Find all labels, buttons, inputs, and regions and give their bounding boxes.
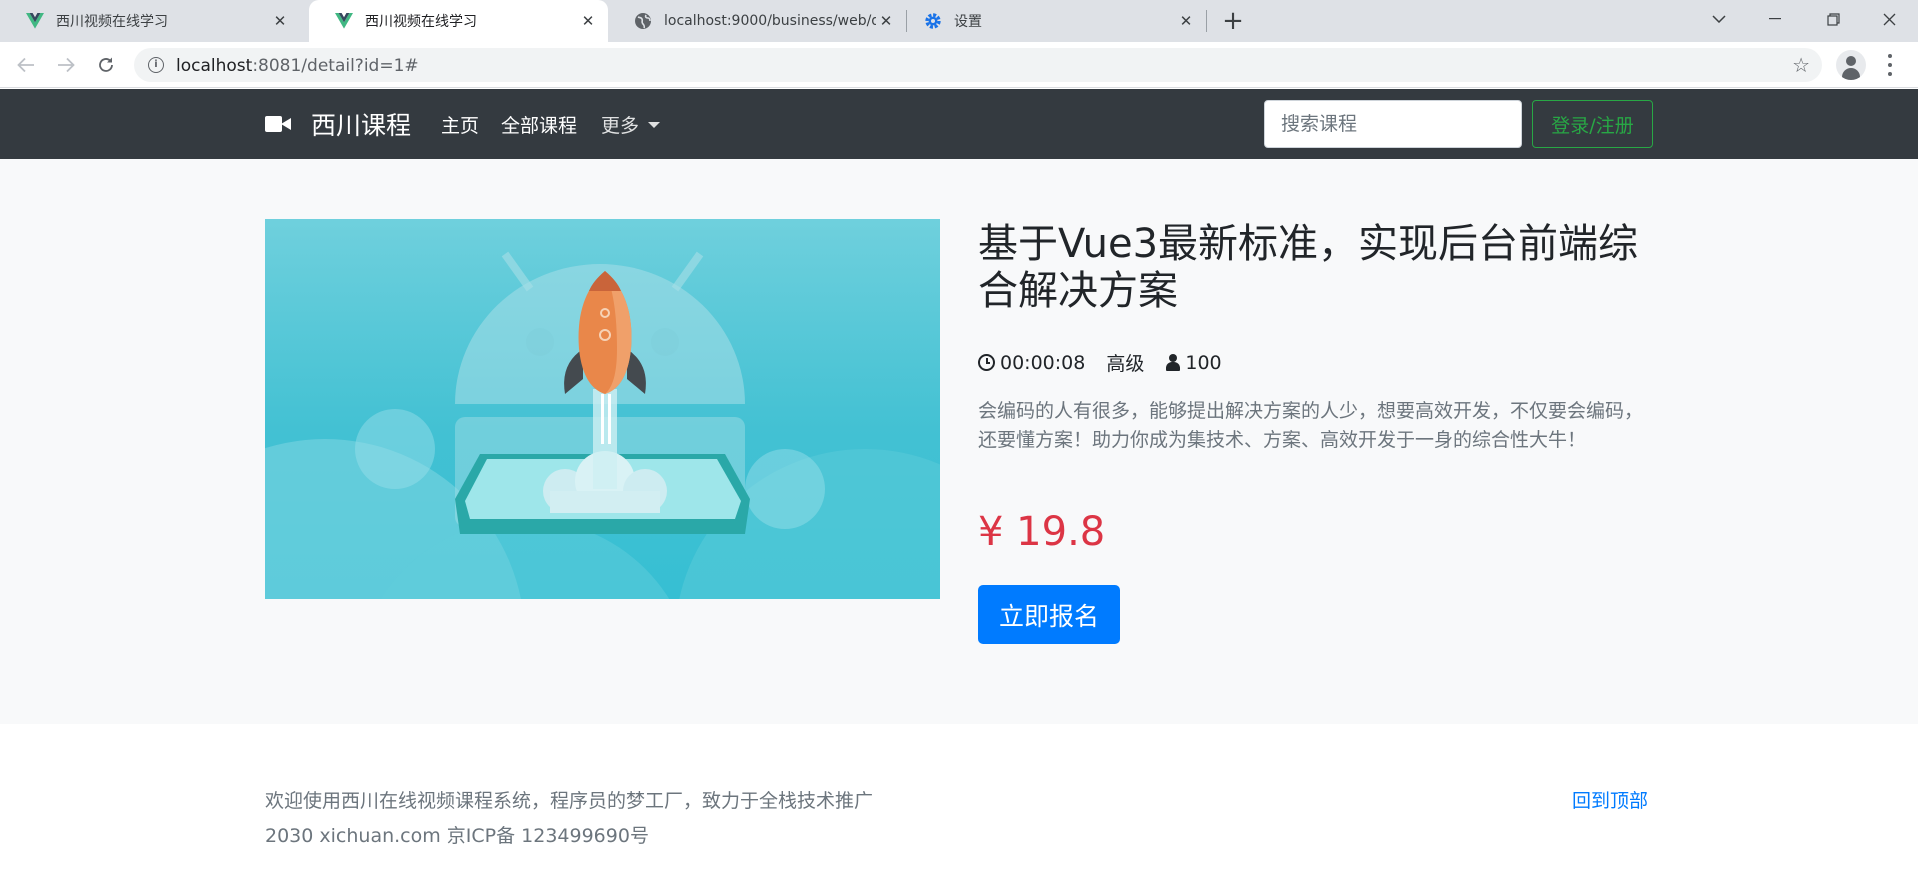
site-info-icon[interactable]: i [148,57,164,73]
tab-title: 设置 [954,14,982,30]
url-text: localhost:8081/detail?id=1# [176,56,419,76]
close-icon[interactable]: ✕ [578,11,598,31]
profile-avatar-icon[interactable] [1836,50,1866,80]
browser-tab-strip: 西川视频在线学习 ✕ 西川视频在线学习 ✕ localhost:9000/bus… [0,0,1918,42]
clock-icon [978,354,995,371]
address-bar[interactable]: i localhost:8081/detail?id=1# ☆ [134,48,1822,82]
vue-logo-icon [335,12,353,30]
brand-name: 西川课程 [311,111,412,140]
course-cover-image [265,219,940,599]
footer-tagline: 欢迎使用西川在线视频课程系统，程序员的梦工厂，致力于全栈技术推广 [265,790,874,812]
nav-dropdown-more[interactable]: 更多 [601,111,661,138]
site-navbar: 西川课程 主页 全部课程 更多 登录/注册 [0,89,1918,159]
course-meta: 00:00:08 高级 100 [978,349,1222,376]
tab-title: 西川视频在线学习 [56,14,168,30]
site-footer: 欢迎使用西川在线视频课程系统，程序员的梦工厂，致力于全栈技术推广 2030 xi… [0,724,1918,896]
tab-search-chevron-icon[interactable] [1692,0,1746,38]
close-icon[interactable]: ✕ [876,11,896,31]
browser-tab-2[interactable]: 西川视频在线学习 ✕ [309,0,608,42]
course-enrolled-count: 100 [1185,351,1222,374]
bookmark-star-icon[interactable]: ☆ [1792,53,1810,77]
browser-menu-icon[interactable] [1880,52,1900,78]
user-icon [1166,354,1181,371]
caret-down-icon [648,121,661,128]
course-price: ¥ 19.8 [978,509,1106,555]
back-arrow-icon[interactable] [12,51,40,79]
new-tab-plus-icon[interactable]: + [1218,6,1248,36]
search-input[interactable] [1264,100,1522,148]
back-to-top-link[interactable]: 回到顶部 [1572,786,1648,813]
window-close-icon[interactable] [1862,0,1916,38]
browser-toolbar: i localhost:8081/detail?id=1# ☆ [0,42,1918,88]
close-icon[interactable]: ✕ [1176,11,1196,31]
login-register-button[interactable]: 登录/注册 [1532,100,1653,148]
brand-link[interactable]: 西川课程 [265,106,411,142]
tab-title: localhost:9000/business/web/d [664,13,876,29]
tab-divider [1206,10,1207,32]
browser-tab-4[interactable]: 设置 ✕ [898,0,1206,42]
minimize-icon[interactable] [1748,0,1802,38]
nav-more-label: 更多 [601,115,640,137]
footer-copyright: 2030 xichuan.com 京ICP备 123499690号 [265,825,649,847]
forward-arrow-icon[interactable] [52,51,80,79]
course-title: 基于Vue3最新标准，实现后台前端综合解决方案 [978,221,1639,314]
tab-title: 西川视频在线学习 [365,14,477,30]
enroll-now-button[interactable]: 立即报名 [978,585,1120,644]
gear-icon [924,12,942,30]
video-camera-icon [265,115,291,133]
course-duration: 00:00:08 [1000,351,1086,374]
course-description: 会编码的人有很多，能够提出解决方案的人少，想要高效开发，不仅要会编码，还要懂方案… [978,400,1644,451]
course-level: 高级 [1106,353,1145,375]
close-icon[interactable]: ✕ [270,11,290,31]
globe-icon [634,12,652,30]
nav-link-all-courses[interactable]: 全部课程 [501,111,577,138]
browser-tab-1[interactable]: 西川视频在线学习 ✕ [0,0,300,42]
nav-link-home[interactable]: 主页 [441,111,479,138]
course-detail-section: 基于Vue3最新标准，实现后台前端综合解决方案 00:00:08 高级 100 … [0,159,1918,724]
browser-tab-3[interactable]: localhost:9000/business/web/d ✕ [608,0,906,42]
reload-icon[interactable] [92,51,120,79]
restore-icon[interactable] [1806,0,1860,38]
vue-logo-icon [26,12,44,30]
